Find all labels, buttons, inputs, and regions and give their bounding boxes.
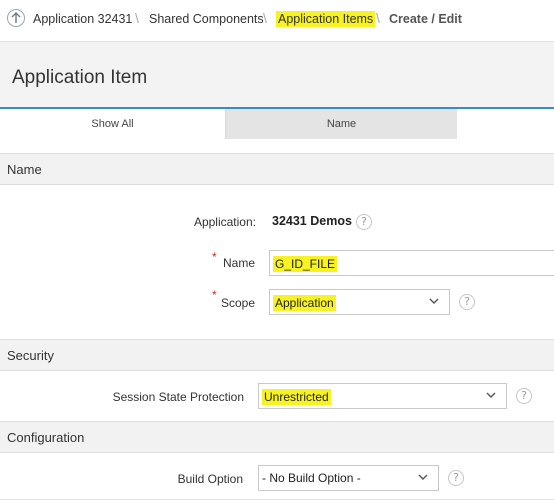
section-name-header [0,153,554,185]
build-option-label: Build Option [177,472,243,486]
highlighted-text: Application Items [276,11,376,27]
help-icon[interactable]: ? [448,470,464,486]
help-icon[interactable]: ? [459,294,475,310]
chevron-down-icon [486,392,496,398]
breadcrumb-item-application[interactable]: Application 32431 [33,12,132,26]
section-configuration-title: Configuration [7,430,85,445]
breadcrumb-item-application-items[interactable]: Application Items [276,11,376,27]
chevron-down-icon [418,474,428,480]
help-icon[interactable]: ? [516,388,532,404]
breadcrumb-separator: \ [263,10,267,26]
scope-select-value: Application [273,295,336,311]
name-field-value: G_ID_FILE [273,256,338,272]
divider [0,499,554,500]
tab-bar-filler [457,109,554,139]
tab-show-all[interactable]: Show All [0,109,226,139]
scope-label: Scope [220,296,255,310]
application-value: 32431 Demos [272,214,352,228]
name-label: Name [222,256,255,270]
required-indicator: * [212,250,217,264]
breadcrumb-separator: \ [376,10,380,26]
breadcrumb-item-shared-components[interactable]: Shared Components [149,12,264,26]
section-security-title: Security [7,348,54,363]
application-label: Application: [193,215,256,229]
chevron-down-icon [429,298,439,304]
tab-name[interactable]: Name [226,109,457,139]
build-option-value: - No Build Option - [262,471,361,485]
section-name-title: Name [7,162,42,177]
session-state-protection-label: Session State Protection [112,390,244,404]
help-icon[interactable]: ? [356,214,372,230]
breadcrumb-separator: \ [135,10,139,26]
build-option-select[interactable]: - No Build Option - [258,465,439,491]
required-indicator: * [212,288,217,302]
section-security-header [0,339,554,371]
session-state-protection-value: Unrestricted [262,389,331,405]
scope-select[interactable]: Application [269,289,450,315]
session-state-protection-select[interactable]: Unrestricted [258,383,507,409]
breadcrumb: Application 32431 \ Shared Components \ … [0,0,554,40]
arrow-up-circle-icon[interactable] [7,9,25,27]
page-title: Application Item [12,67,148,88]
name-field[interactable]: G_ID_FILE [269,250,554,276]
breadcrumb-current: Create / Edit [389,12,462,26]
